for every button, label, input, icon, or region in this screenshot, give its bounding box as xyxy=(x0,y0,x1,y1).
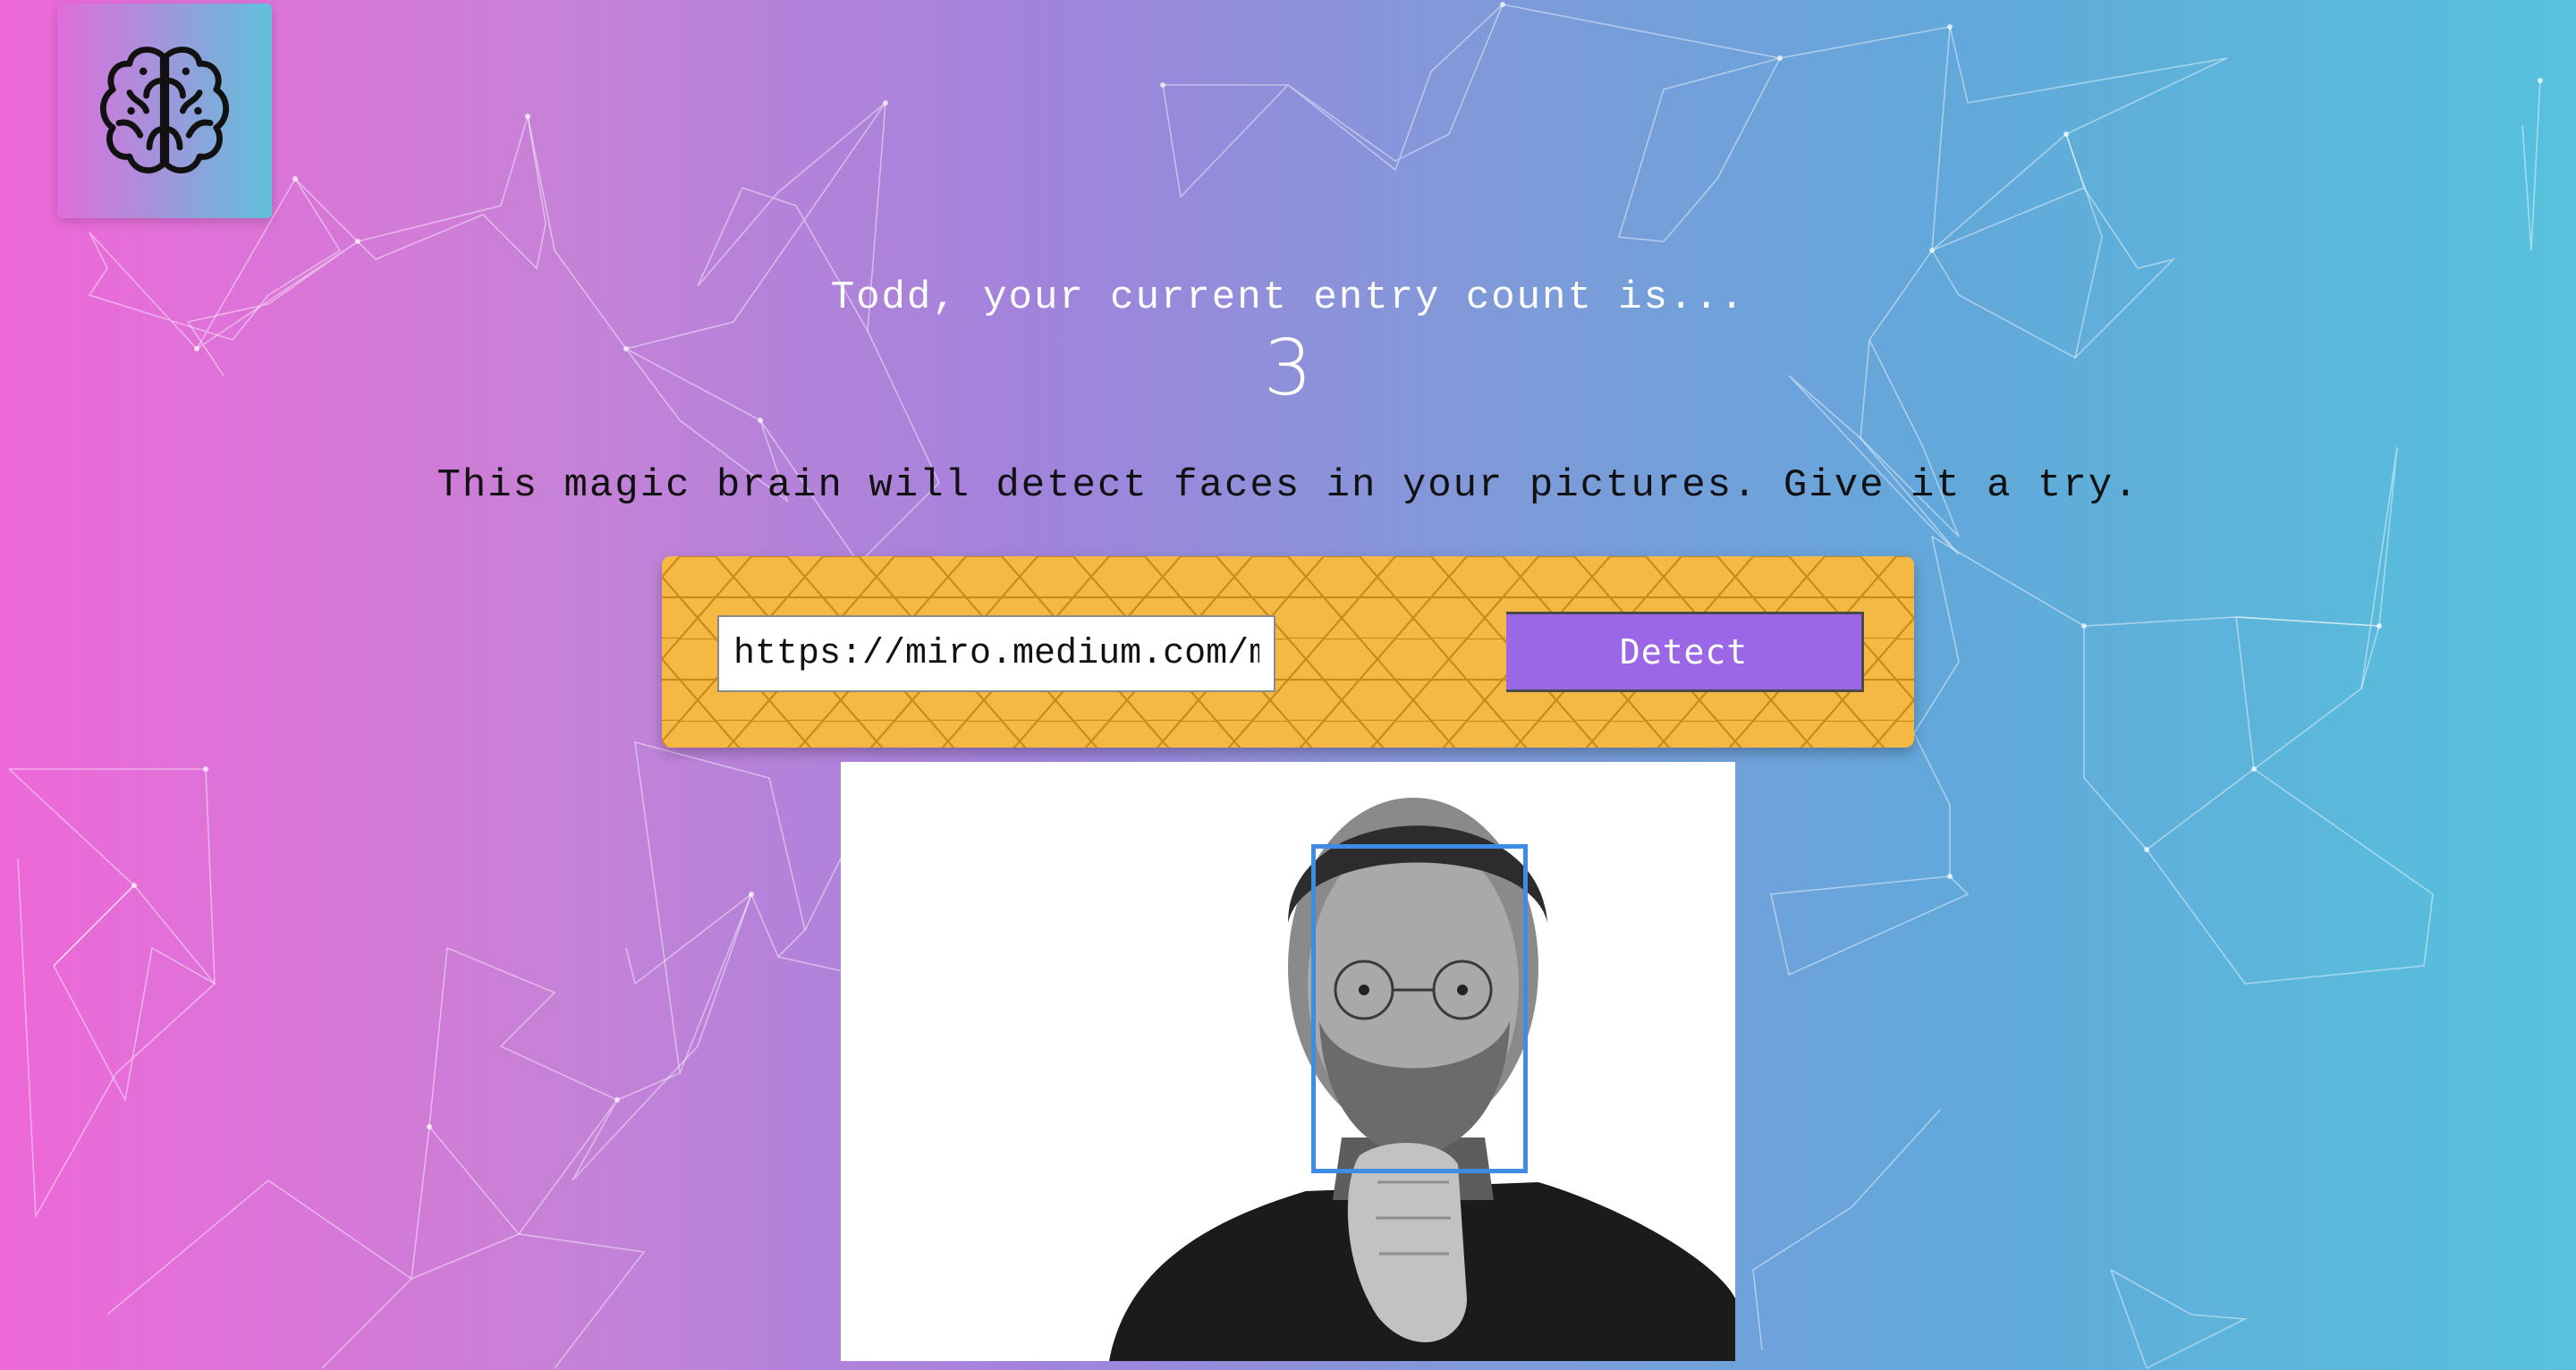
face-bounding-box xyxy=(1311,844,1528,1173)
face-detection-result xyxy=(841,762,1735,1361)
brain-icon xyxy=(99,47,230,173)
image-url-input[interactable] xyxy=(717,615,1275,692)
image-url-form: Detect xyxy=(662,556,1914,748)
greeting-text: Todd, your current entry count is... xyxy=(830,275,1746,320)
portrait-photo xyxy=(841,762,1735,1361)
tagline-text: This magic brain will detect faces in yo… xyxy=(436,463,2140,508)
entry-count: 3 xyxy=(1263,324,1313,413)
detect-button[interactable]: Detect xyxy=(1506,612,1864,692)
brain-logo-tile xyxy=(57,4,272,218)
